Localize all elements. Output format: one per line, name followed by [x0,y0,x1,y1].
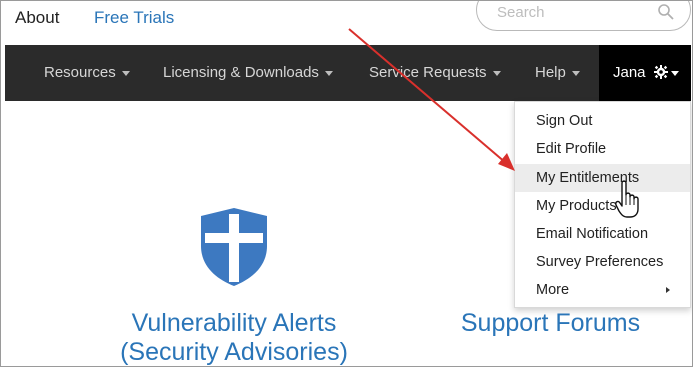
hand-cursor-icon [615,180,639,218]
nav-resources-label: Resources [44,64,116,81]
menu-item-my-products[interactable]: My Products [515,192,690,220]
chevron-down-icon [324,70,333,76]
menu-item-email-notification[interactable]: Email Notification [515,220,690,248]
vulnerability-title-line2: (Security Advisories) [120,338,348,366]
search-icon[interactable] [657,3,675,21]
nav-service-requests[interactable]: Service Requests [369,45,501,101]
nav-help-label: Help [535,64,566,81]
page-frame: About Free Trials Resources Licensing & … [0,0,693,367]
nav-service-label: Service Requests [369,64,487,81]
shield-cross-icon [201,208,267,286]
menu-item-label: Email Notification [536,226,649,242]
nav-licensing-downloads[interactable]: Licensing & Downloads [163,45,333,101]
free-trials-link[interactable]: Free Trials [94,8,174,28]
chevron-down-icon [571,70,580,76]
about-link[interactable]: About [15,8,59,28]
menu-item-survey-preferences[interactable]: Survey Preferences [515,248,690,276]
support-forums-link[interactable]: Support Forums [453,309,648,338]
search-box[interactable] [476,1,691,31]
chevron-down-icon [121,70,130,76]
vulnerability-alerts-link[interactable]: Vulnerability Alerts (Security Advisorie… [109,309,359,366]
menu-item-label: My Products [536,198,617,214]
vulnerability-title-line1: Vulnerability Alerts [131,309,337,337]
chevron-down-icon [670,70,679,76]
menu-item-sign-out[interactable]: Sign Out [515,107,690,135]
nav-licensing-label: Licensing & Downloads [163,64,319,81]
menu-item-label: More [536,282,570,298]
nav-resources[interactable]: Resources [44,45,130,101]
menu-item-edit-profile[interactable]: Edit Profile [515,135,690,163]
user-menu-toggle[interactable]: Jana [599,45,691,101]
menu-item-label: Sign Out [536,113,593,129]
chevron-right-icon [666,287,670,293]
chevron-down-icon [492,70,501,76]
nav-help[interactable]: Help [535,45,580,101]
gear-icon [653,65,668,79]
main-navbar: Resources Licensing & Downloads Service … [5,45,691,101]
menu-item-more[interactable]: More [515,276,690,304]
menu-item-my-entitlements[interactable]: My Entitlements [515,164,690,192]
menu-item-label: Edit Profile [536,141,607,157]
search-input[interactable] [497,4,647,21]
menu-item-label: Survey Preferences [536,254,664,270]
user-dropdown-menu: Sign Out Edit Profile My Entitlements My… [514,101,691,308]
user-name: Jana [613,64,646,81]
